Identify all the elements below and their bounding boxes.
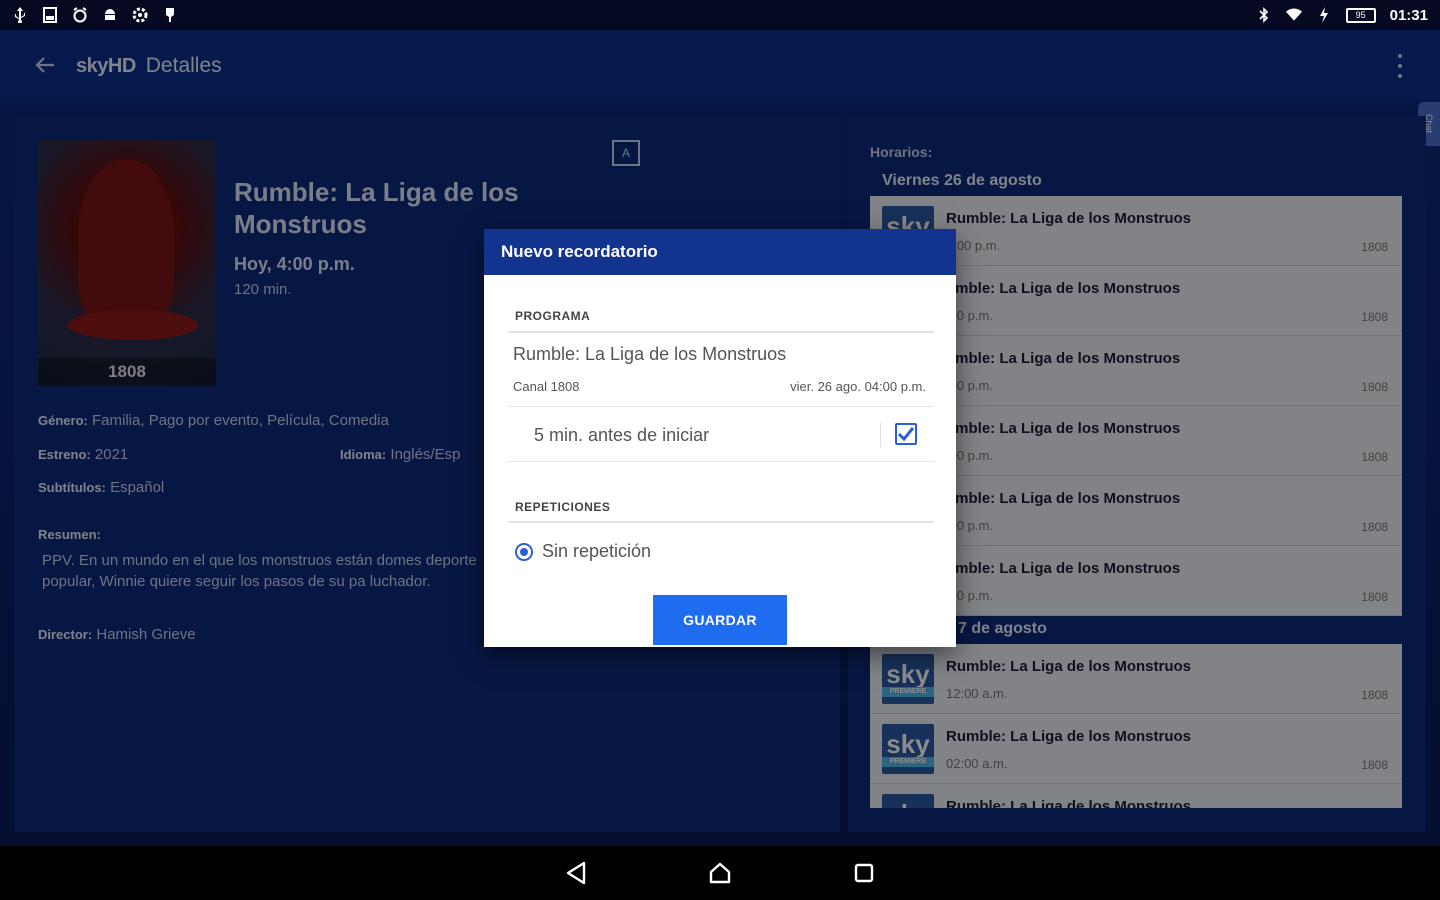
nav-back-button[interactable] (562, 859, 590, 887)
recents-square-icon (854, 863, 874, 883)
notification-icons (12, 7, 178, 23)
nav-recents-button[interactable] (850, 859, 878, 887)
charging-icon (1316, 7, 1332, 23)
section-divider (508, 331, 934, 333)
section-divider (508, 521, 934, 523)
reminder-checkbox[interactable] (895, 423, 917, 445)
tool-icon (162, 7, 178, 23)
no-repeat-radio[interactable] (515, 543, 533, 561)
save-button[interactable]: GUARDAR (653, 595, 787, 645)
clock: 01:31 (1389, 6, 1428, 24)
back-triangle-icon (566, 861, 586, 885)
divider (508, 406, 934, 407)
battery-icon: 95 (1345, 7, 1376, 23)
program-name: Rumble: La Liga de los Monstruos (513, 344, 787, 364)
screenshot-icon (42, 7, 58, 23)
nav-home-button[interactable] (706, 859, 734, 887)
divider (880, 423, 881, 447)
navigation-bar (0, 846, 1440, 900)
wifi-icon (1285, 7, 1302, 23)
repeat-section-title: REPETICIONES (515, 500, 611, 514)
program-section-title: PROGRAMA (515, 309, 591, 323)
system-icons: 95 01:31 (1256, 7, 1428, 24)
no-repeat-label[interactable]: Sin repetición (542, 541, 651, 562)
new-reminder-dialog: Nuevo recordatorio PROGRAMA Rumble: La L… (484, 229, 956, 647)
status-bar: 95 01:31 (0, 0, 1440, 30)
android-icon (102, 7, 118, 23)
dialog-title: Nuevo recordatorio (484, 229, 956, 275)
settings-icon (132, 7, 148, 23)
program-date: vier. 26 ago. 04:00 p.m. (790, 379, 926, 394)
checkmark-icon (898, 427, 914, 441)
alarm-icon (72, 7, 88, 23)
program-channel: Canal 1808 (513, 379, 580, 394)
usb-icon (12, 7, 28, 23)
reminder-option-label: 5 min. antes de iniciar (534, 425, 710, 445)
home-icon (709, 862, 731, 884)
bluetooth-icon (1256, 7, 1272, 23)
divider (508, 461, 934, 462)
